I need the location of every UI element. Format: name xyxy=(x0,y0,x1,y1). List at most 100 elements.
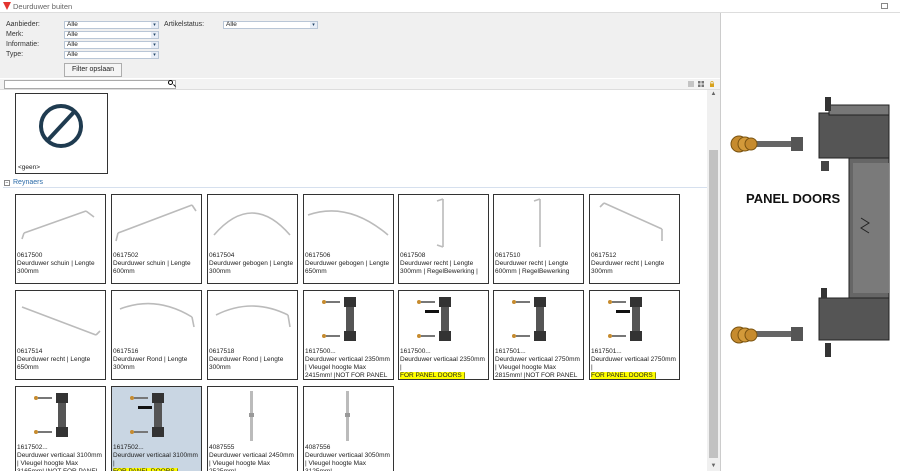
product-card[interactable]: 1617502... Deurduwer verticaal 3100mm | V… xyxy=(15,386,106,471)
preview-title: PANEL DOORS xyxy=(746,191,841,206)
list-view-icon[interactable] xyxy=(688,81,694,87)
filter-select-type[interactable]: Alle ▾ xyxy=(64,51,159,59)
product-description: Deurduwer verticaal 3100mm | xyxy=(113,452,198,467)
product-card[interactable]: 0617500 Deurduwer schuin | Lengte 300mm xyxy=(15,194,106,284)
product-description: Deurduwer recht | Lengte 300mm | RegelBe… xyxy=(400,260,478,275)
group-label: Reynaers xyxy=(13,179,43,186)
product-thumbnail xyxy=(119,302,195,328)
product-card[interactable]: 0617512 Deurduwer recht | Lengte 300mm xyxy=(589,194,680,284)
product-card[interactable]: 0617514 Deurduwer recht | Lengte 650mm xyxy=(15,290,106,380)
product-thumbnail xyxy=(512,297,546,341)
product-description: Deurduwer verticaal 2750mm | xyxy=(591,356,676,371)
product-code: 0617500 xyxy=(17,252,43,259)
none-item-label: <geen> xyxy=(18,164,41,171)
product-code: 0617518 xyxy=(209,348,235,355)
product-description: Deurduwer verticaal 3050mm | Vleugel hoo… xyxy=(305,452,390,471)
product-caption: 1617502...Deurduwer verticaal 3100mm |FO… xyxy=(113,444,201,471)
app-icon xyxy=(3,2,11,10)
product-card[interactable]: 1617500... Deurduwer verticaal 2350mm | V… xyxy=(303,290,394,380)
product-code: 0617506 xyxy=(305,252,331,259)
save-filter-button[interactable]: Filter opslaan xyxy=(64,63,122,77)
product-thumbnail xyxy=(307,210,389,236)
product-description: Deurduwer verticaal 2750mm | Vleugel hoo… xyxy=(495,356,580,379)
window-title: Deurduwer buiten xyxy=(13,2,73,11)
title-bar: Deurduwer buiten xyxy=(0,0,900,13)
product-caption: 1617502... Deurduwer verticaal 3100mm | V… xyxy=(17,444,105,471)
search-toolbar xyxy=(0,79,720,90)
lock-icon[interactable] xyxy=(709,81,715,87)
product-card[interactable]: 1617501... Deurduwer verticaal 2750mm | FO… xyxy=(589,290,680,380)
product-card[interactable]: 0617504 Deurduwer gebogen | Lengte 300mm xyxy=(207,194,298,284)
product-card[interactable]: 0617510 Deurduwer recht | Lengte 600mm | … xyxy=(493,194,584,284)
search-input[interactable] xyxy=(4,80,176,89)
product-description: Deurduwer verticaal 2350mm | xyxy=(400,356,485,371)
filter-label-type: Type: xyxy=(6,51,24,58)
product-caption: 1617500... Deurduwer verticaal 2350mm | FO… xyxy=(400,348,488,379)
product-description: Deurduwer recht | Lengte 650mm xyxy=(17,356,91,371)
product-card[interactable]: 4087556 Deurduwer verticaal 3050mm | Vleu… xyxy=(303,386,394,471)
product-caption: 1617501... Deurduwer verticaal 2750mm | FO… xyxy=(591,348,679,379)
product-thumbnail xyxy=(115,204,197,242)
group-header-reynaers[interactable]: − Reynaers xyxy=(3,178,707,188)
product-thumbnail xyxy=(21,306,101,336)
product-thumbnail xyxy=(436,198,444,248)
chevron-down-icon: ▾ xyxy=(151,52,158,58)
product-thumbnail xyxy=(322,297,356,341)
product-description: Deurduwer verticaal 3100mm | Vleugel hoo… xyxy=(17,452,102,471)
product-code: 1617500... xyxy=(305,348,336,355)
chevron-down-icon: ▾ xyxy=(151,32,158,38)
collapse-icon[interactable]: − xyxy=(4,180,10,186)
product-code: 1617501... xyxy=(591,348,622,355)
vertical-scrollbar[interactable]: ▲ ▼ xyxy=(707,90,720,471)
product-code: 1617501... xyxy=(495,348,526,355)
product-caption: 0617506 Deurduwer gebogen | Lengte 650mm xyxy=(305,252,393,276)
product-caption: 4087555 Deurduwer verticaal 2450mm | Vleu… xyxy=(209,444,297,471)
chevron-down-icon: ▾ xyxy=(151,22,158,28)
scrollbar-thumb[interactable] xyxy=(709,150,718,458)
grid-view-icon[interactable] xyxy=(698,81,704,87)
product-description: Deurduwer verticaal 2450mm | Vleugel hoo… xyxy=(209,452,294,471)
product-card[interactable]: 0617502 Deurduwer schuin | Lengte 600mm xyxy=(111,194,202,284)
product-code: 0617508 xyxy=(400,252,426,259)
product-description: Deurduwer verticaal 2350mm | Vleugel hoo… xyxy=(305,356,390,379)
product-card[interactable]: 0617506 Deurduwer gebogen | Lengte 650mm xyxy=(303,194,394,284)
filter-select-artikelstatus[interactable]: Alle ▾ xyxy=(223,21,318,29)
product-card[interactable]: 4087555 Deurduwer verticaal 2450mm | Vleu… xyxy=(207,386,298,471)
product-caption: 1617500... Deurduwer verticaal 2350mm | V… xyxy=(305,348,393,379)
filter-select-merk[interactable]: Alle ▾ xyxy=(64,31,159,39)
product-description: Deurduwer recht | Lengte 300mm xyxy=(591,260,665,275)
product-thumbnail xyxy=(130,393,164,437)
product-description: Deurduwer recht | Lengte 600mm | RegelBe… xyxy=(495,260,570,275)
product-description: Deurduwer schuin | Lengte 600mm xyxy=(113,260,191,275)
product-card[interactable]: 0617516 Deurduwer Rond | Lengte 300mm xyxy=(111,290,202,380)
scroll-up-icon[interactable]: ▲ xyxy=(707,90,720,99)
product-code: 4087556 xyxy=(305,444,331,451)
product-highlight: FOR PANEL DOORS | Vleugel xyxy=(591,372,657,379)
product-code: 0617512 xyxy=(591,252,617,259)
restore-icon[interactable] xyxy=(881,3,888,9)
product-caption: 0617518 Deurduwer Rond | Lengte 300mm xyxy=(209,348,297,372)
filter-select-informatie[interactable]: Alle ▾ xyxy=(64,41,159,49)
filter-panel: Aanbieder: Alle ▾ Merk: Alle ▾ Informati… xyxy=(0,13,720,78)
no-entry-icon xyxy=(39,104,83,148)
product-card[interactable]: 1617500... Deurduwer verticaal 2350mm | FO… xyxy=(398,290,489,380)
product-caption: 0617504 Deurduwer gebogen | Lengte 300mm xyxy=(209,252,297,276)
product-card[interactable]: 0617508 Deurduwer recht | Lengte 300mm | … xyxy=(398,194,489,284)
product-thumbnail xyxy=(533,198,541,247)
search-icon[interactable] xyxy=(168,80,173,85)
product-code: 0617502 xyxy=(113,252,139,259)
scroll-down-icon[interactable]: ▼ xyxy=(707,462,720,471)
catalog-panel: Aanbieder: Alle ▾ Merk: Alle ▾ Informati… xyxy=(0,13,720,471)
filter-label-aanbieder: Aanbieder: xyxy=(6,21,40,28)
product-code: 0617504 xyxy=(209,252,235,259)
product-caption: 0617500 Deurduwer schuin | Lengte 300mm xyxy=(17,252,105,276)
product-card[interactable]: 0617518 Deurduwer Rond | Lengte 300mm xyxy=(207,290,298,380)
catalog-grid: <geen> − Reynaers 0617500 Deurduwer schui… xyxy=(0,90,707,471)
product-card[interactable]: 1617502...Deurduwer verticaal 3100mm |FO… xyxy=(111,386,202,471)
filter-select-aanbieder[interactable]: Alle ▾ xyxy=(64,21,159,29)
product-caption: 0617510 Deurduwer recht | Lengte 600mm | … xyxy=(495,252,583,276)
product-description: Deurduwer Rond | Lengte 300mm xyxy=(113,356,188,371)
product-thumbnail xyxy=(345,391,350,441)
product-card[interactable]: 1617501... Deurduwer verticaal 2750mm | V… xyxy=(493,290,584,380)
none-item-card[interactable]: <geen> xyxy=(15,93,108,174)
